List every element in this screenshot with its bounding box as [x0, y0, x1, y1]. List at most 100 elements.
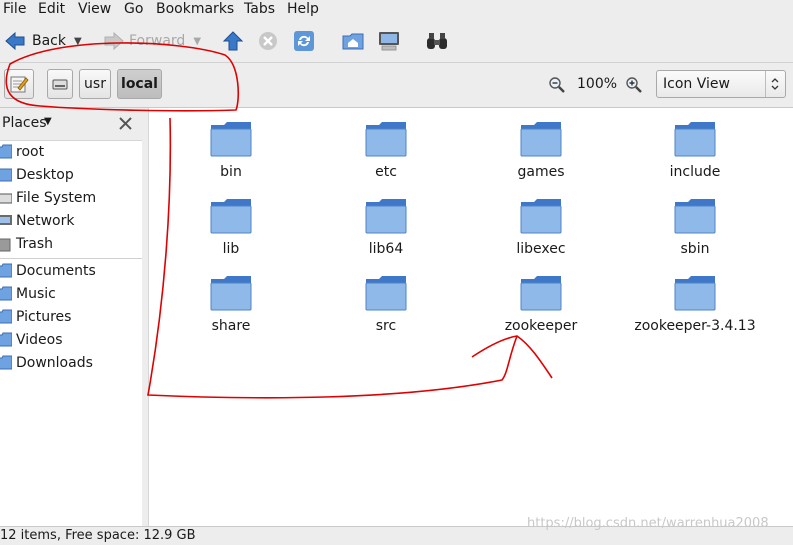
reload-icon — [294, 31, 314, 51]
computer-button[interactable] — [377, 26, 401, 56]
sidebar-item-label: Documents — [16, 263, 96, 279]
drive-icon — [0, 193, 12, 204]
sidebar-item-pictures[interactable]: Pictures — [0, 306, 71, 328]
folder-icon — [674, 199, 716, 234]
up-button[interactable] — [222, 26, 244, 56]
crumb-local[interactable]: local — [117, 69, 162, 99]
back-button[interactable]: Back ▼ — [4, 26, 82, 56]
sidebar-resize-handle[interactable] — [142, 108, 149, 526]
desktop-icon — [0, 168, 12, 182]
folder-item-zookeeper[interactable]: zookeeper — [466, 274, 616, 334]
folder-icon — [210, 122, 252, 157]
updown-chevron-icon — [771, 78, 779, 90]
folder-item-src[interactable]: src — [311, 274, 461, 334]
status-bar: 12 items, Free space: 12.9 GB https://bl… — [0, 516, 793, 545]
back-label: Back — [32, 33, 66, 49]
sidebar-item-music[interactable]: Music — [0, 283, 56, 305]
zoom-in-button[interactable] — [625, 76, 643, 98]
sidebar-item-label: Network — [16, 213, 75, 229]
folder-item-etc[interactable]: etc — [311, 120, 461, 180]
folder-icon — [520, 199, 562, 234]
folder-label: zookeeper — [504, 318, 578, 334]
folder-item-share[interactable]: share — [156, 274, 306, 334]
chevron-down-icon[interactable]: ▼ — [74, 36, 82, 47]
folder-icon — [674, 122, 716, 157]
folder-item-zookeeper-3-4-13[interactable]: zookeeper-3.4.13 — [620, 274, 770, 334]
trash-icon — [0, 238, 11, 252]
sidebar-item-label: File System — [16, 190, 97, 206]
sidebar-item-label: Music — [16, 286, 56, 302]
folder-item-bin[interactable]: bin — [156, 120, 306, 180]
zoom-level: 100% — [577, 76, 618, 92]
forward-button[interactable]: Forward ▼ — [103, 26, 201, 56]
sidebar-item-label: Pictures — [16, 309, 72, 325]
folder-icon — [365, 276, 407, 311]
stop-button[interactable] — [257, 26, 279, 56]
menu-file[interactable]: File — [3, 0, 26, 20]
folder-icon — [0, 286, 12, 301]
folder-label: lib64 — [368, 241, 404, 257]
sidebar-item-label: Trash — [16, 236, 53, 252]
search-button[interactable] — [425, 26, 449, 56]
sidebar-item-label: Videos — [16, 332, 63, 348]
crumb-root-drive[interactable] — [47, 69, 73, 99]
sidebar-item-label: root — [16, 144, 45, 160]
menu-tabs[interactable]: Tabs — [244, 0, 275, 20]
menu-help[interactable]: Help — [287, 0, 319, 20]
sidebar-item-documents[interactable]: Documents — [0, 260, 96, 282]
menu-bookmarks[interactable]: Bookmarks — [156, 0, 234, 20]
sidebar-item-downloads[interactable]: Downloads — [0, 352, 93, 374]
folder-label: bin — [220, 164, 242, 180]
sidebar-item-network[interactable]: Network — [0, 210, 74, 232]
sidebar-item-videos[interactable]: Videos — [0, 329, 63, 351]
menu-go[interactable]: Go — [124, 0, 143, 20]
sidebar: Places ▼ root Desktop File System Networ… — [0, 108, 143, 526]
forward-arrow-icon — [104, 31, 124, 51]
forward-label: Forward — [129, 33, 186, 49]
folder-icon — [0, 263, 12, 278]
folder-label: src — [375, 318, 397, 334]
folder-label: libexec — [516, 241, 566, 257]
folder-icon — [210, 276, 252, 311]
folder-item-games[interactable]: games — [466, 120, 616, 180]
sidebar-item-filesystem[interactable]: File System — [0, 187, 96, 209]
chevron-down-icon[interactable]: ▼ — [44, 116, 52, 127]
folder-icon — [210, 199, 252, 234]
sidebar-item-trash[interactable]: Trash — [0, 233, 53, 255]
home-icon — [0, 144, 12, 159]
crumb-local-label: local — [121, 76, 158, 92]
sidebar-item-label: Downloads — [16, 355, 93, 371]
reload-button[interactable] — [293, 26, 315, 56]
close-icon[interactable] — [119, 117, 132, 130]
folder-icon — [674, 276, 716, 311]
sidebar-divider — [0, 258, 142, 259]
folder-item-libexec[interactable]: libexec — [466, 197, 616, 257]
places-dropdown[interactable]: Places — [2, 115, 47, 131]
home-button[interactable] — [342, 26, 364, 56]
folder-item-lib[interactable]: lib — [156, 197, 306, 257]
drive-icon — [52, 79, 68, 90]
folder-item-sbin[interactable]: sbin — [620, 197, 770, 257]
folder-label: share — [211, 318, 251, 334]
folder-item-lib64[interactable]: lib64 — [311, 197, 461, 257]
folder-icon — [520, 122, 562, 157]
sidebar-item-desktop[interactable]: Desktop — [0, 164, 74, 186]
status-text: 12 items, Free space: 12.9 GB — [0, 528, 196, 543]
folder-icon — [0, 332, 12, 347]
zoom-out-button[interactable] — [548, 76, 566, 98]
sidebar-item-label: Desktop — [16, 167, 74, 183]
stop-icon — [259, 32, 277, 50]
folder-item-include[interactable]: include — [620, 120, 770, 180]
folder-icon — [0, 309, 12, 324]
sidebar-item-root[interactable]: root — [0, 141, 44, 163]
watermark-text: https://blog.csdn.net/warrenhua2008 — [527, 516, 769, 531]
folder-label: games — [517, 164, 565, 180]
menu-view[interactable]: View — [78, 0, 111, 20]
chevron-down-icon[interactable]: ▼ — [193, 36, 201, 47]
crumb-usr[interactable]: usr — [79, 69, 111, 99]
folder-icon — [520, 276, 562, 311]
menu-edit[interactable]: Edit — [38, 0, 65, 20]
home-folder-icon — [342, 33, 364, 50]
edit-location-button[interactable] — [4, 69, 34, 99]
view-mode-select[interactable]: Icon View — [656, 70, 786, 98]
